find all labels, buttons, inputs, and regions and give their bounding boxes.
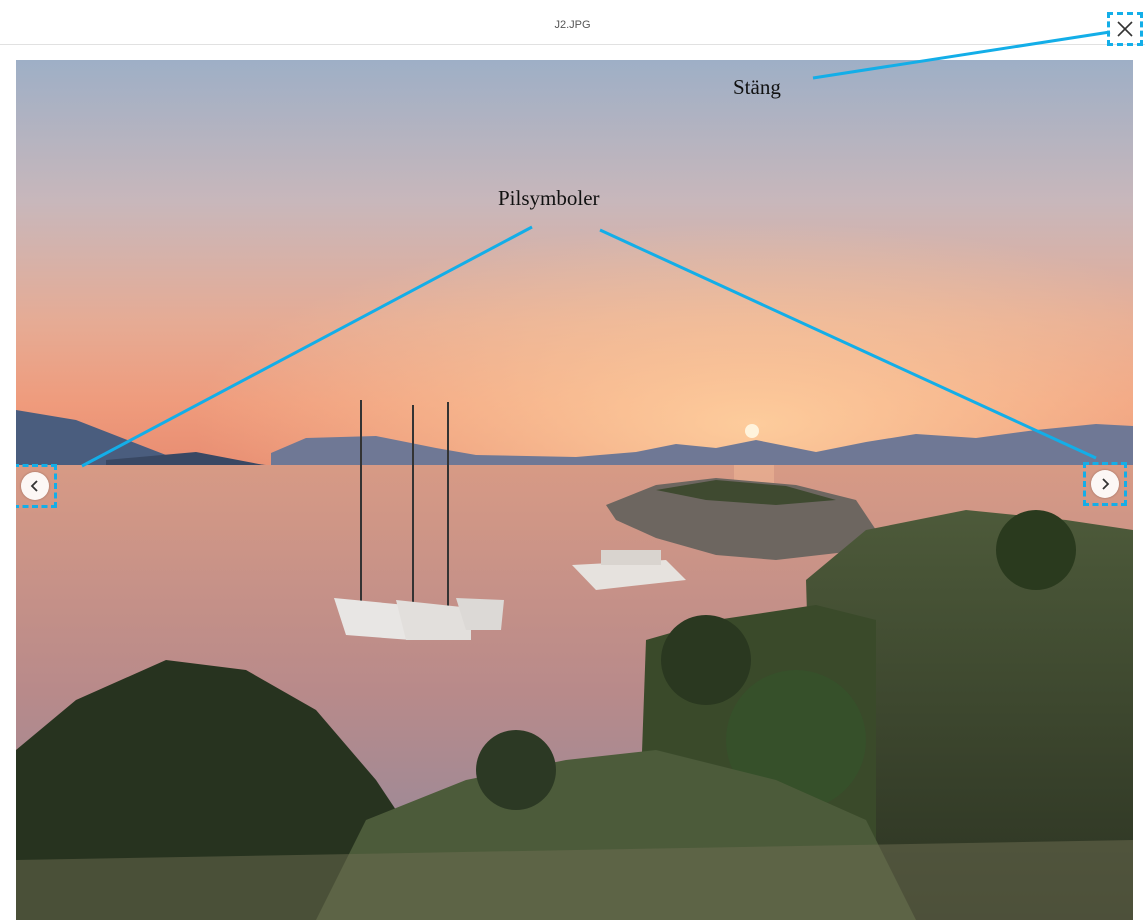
callout-close-label: Stäng xyxy=(733,75,781,99)
viewer-titlebar: J2.JPG xyxy=(0,0,1145,45)
next-arrow-circle xyxy=(1091,470,1119,498)
next-image-button[interactable] xyxy=(1083,462,1127,506)
callout-arrows-label: Pilsymboler xyxy=(498,186,600,210)
previous-arrow-circle xyxy=(21,472,49,500)
close-button[interactable] xyxy=(1107,12,1143,46)
file-name: J2.JPG xyxy=(554,19,591,31)
chevron-left-icon xyxy=(30,480,38,492)
close-icon xyxy=(1117,21,1133,37)
previous-image-button[interactable] xyxy=(16,464,57,508)
chevron-right-icon xyxy=(1102,478,1110,490)
